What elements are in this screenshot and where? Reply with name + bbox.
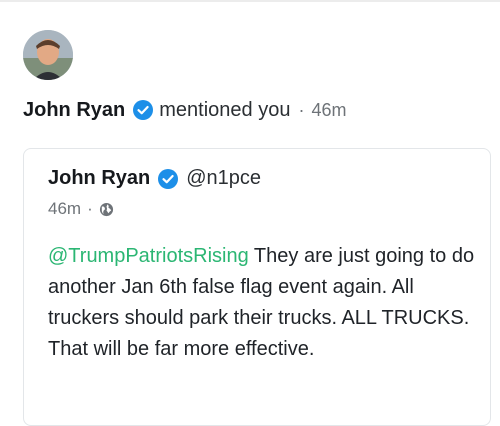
post-header: John Ryan @n1pce xyxy=(48,167,261,190)
notification-time: 46m xyxy=(311,99,347,120)
post-time[interactable]: 46m xyxy=(48,199,81,219)
notification-action: mentioned you xyxy=(159,98,291,121)
post-author-name[interactable]: John Ryan xyxy=(48,167,150,190)
globe-icon xyxy=(99,202,114,217)
verified-badge-icon xyxy=(133,100,154,120)
avatar[interactable] xyxy=(23,30,73,80)
notification-line[interactable]: John Ryan mentioned you · 46m xyxy=(23,96,346,124)
avatar-photo xyxy=(23,30,73,80)
top-divider xyxy=(0,0,500,2)
post-author-handle[interactable]: @n1pce xyxy=(186,167,261,190)
post-meta: 46m · xyxy=(48,199,114,219)
separator-dot: · xyxy=(87,199,93,218)
mention-link[interactable]: @TrumpPatriotsRising xyxy=(48,245,249,267)
separator-dot: · xyxy=(298,99,305,120)
verified-badge-icon xyxy=(158,168,179,189)
post-text: @TrumpPatriotsRising They are just going… xyxy=(48,241,478,365)
notification-author-name[interactable]: John Ryan xyxy=(23,99,125,122)
quoted-post-card[interactable]: John Ryan @n1pce 46m · @TrumpPatriotsRis… xyxy=(23,148,491,426)
